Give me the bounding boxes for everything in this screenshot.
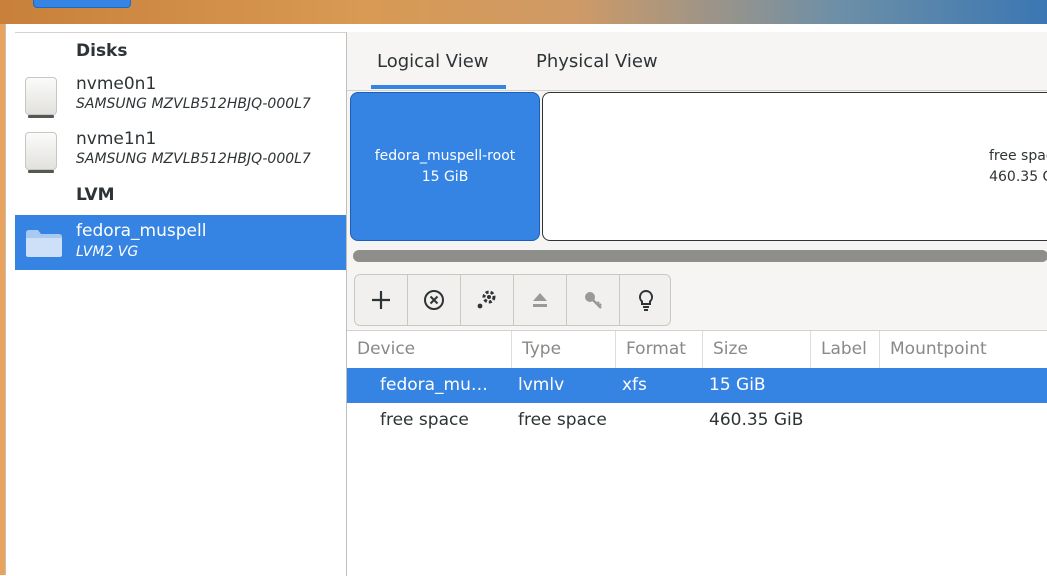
cell-device: fedora_mu… xyxy=(380,375,488,395)
disk-model: SAMSUNG MZVLB512HBJQ-000L7 xyxy=(76,96,311,112)
sidebar-item-nvme1n1[interactable]: nvme1n1 SAMSUNG MZVLB512HBJQ-000L7 xyxy=(15,128,346,174)
tab-logical-view[interactable]: Logical View xyxy=(377,51,489,72)
view-tabs: Logical View Physical View xyxy=(347,32,1047,91)
column-header-size[interactable]: Size xyxy=(703,331,811,368)
disk-model: SAMSUNG MZVLB512HBJQ-000L7 xyxy=(76,151,311,167)
column-header-label[interactable]: Label xyxy=(811,331,880,368)
cell-mountpoint xyxy=(886,403,1046,438)
cell-format: xfs xyxy=(622,375,647,395)
sidebar-item-fedora-muspell[interactable]: fedora_muspell LVM2 VG xyxy=(15,215,346,270)
active-tab-indicator xyxy=(371,85,506,89)
volume-group-name: fedora_muspell xyxy=(76,221,207,241)
unmount-button[interactable] xyxy=(514,275,567,325)
disks-header: Disks xyxy=(76,41,128,61)
volume-group-type: LVM2 VG xyxy=(76,244,139,260)
desktop-background-strip xyxy=(0,0,1047,24)
partition-block-free-space[interactable]: free spac 460.35 G xyxy=(542,92,1047,241)
remove-button[interactable] xyxy=(408,275,461,325)
eject-icon xyxy=(533,293,547,307)
cell-label xyxy=(817,368,877,403)
configure-icon xyxy=(477,290,496,309)
lvm-header: LVM xyxy=(76,185,115,205)
device-toolbar xyxy=(354,274,671,326)
hard-disk-icon xyxy=(25,132,57,173)
cell-mountpoint xyxy=(886,368,1046,403)
horizontal-scrollbar[interactable] xyxy=(353,250,1047,262)
free-space-name: free spac xyxy=(989,148,1047,164)
key-icon xyxy=(585,292,602,309)
column-header-type[interactable]: Type xyxy=(512,331,616,368)
cell-size: 460.35 GiB xyxy=(709,410,804,430)
devices-table: Device Type Format Size Label Mountpoint… xyxy=(347,330,1047,576)
column-header-format[interactable]: Format xyxy=(616,331,703,368)
cell-size: 15 GiB xyxy=(709,375,766,395)
cell-device: free space xyxy=(380,410,469,430)
cell-label xyxy=(817,403,877,438)
cell-type: free space xyxy=(518,410,607,430)
main-panel: Logical View Physical View fedora_muspel… xyxy=(347,32,1047,576)
lightbulb-icon xyxy=(638,289,654,311)
top-button-partial[interactable] xyxy=(33,0,131,8)
info-button[interactable] xyxy=(620,275,670,325)
table-row[interactable]: free space free space 460.35 GiB xyxy=(347,403,1047,438)
blivet-gui-window: Disks nvme0n1 SAMSUNG MZVLB512HBJQ-000L7… xyxy=(5,24,1047,576)
free-space-size: 460.35 G xyxy=(989,169,1047,185)
partition-root-name: fedora_muspell-root xyxy=(374,148,516,164)
disk-name: nvme1n1 xyxy=(76,129,157,149)
tab-physical-view[interactable]: Physical View xyxy=(536,51,658,72)
hard-disk-icon xyxy=(25,77,57,118)
partition-root-size: 15 GiB xyxy=(421,169,469,185)
partition-root-label: fedora_muspell-root 15 GiB xyxy=(351,146,539,188)
devices-sidebar: Disks nvme0n1 SAMSUNG MZVLB512HBJQ-000L7… xyxy=(15,32,347,576)
cell-type: lvmlv xyxy=(518,375,565,395)
decrypt-button[interactable] xyxy=(567,275,620,325)
free-space-label: free spac 460.35 G xyxy=(989,146,1047,188)
cell-format xyxy=(622,403,702,438)
disk-name: nvme0n1 xyxy=(76,74,157,94)
partition-block-root[interactable]: fedora_muspell-root 15 GiB xyxy=(350,92,540,241)
column-header-mountpoint[interactable]: Mountpoint xyxy=(880,331,1047,368)
add-button[interactable] xyxy=(355,275,408,325)
remove-icon xyxy=(424,290,444,310)
sidebar-item-nvme0n1[interactable]: nvme0n1 SAMSUNG MZVLB512HBJQ-000L7 xyxy=(15,73,346,119)
table-header: Device Type Format Size Label Mountpoint xyxy=(347,331,1047,369)
configure-button[interactable] xyxy=(461,275,514,325)
column-header-device[interactable]: Device xyxy=(347,331,512,368)
add-icon xyxy=(372,291,390,309)
folder-icon xyxy=(26,230,62,257)
partition-map: fedora_muspell-root 15 GiB free spac 460… xyxy=(347,91,1047,243)
table-row[interactable]: fedora_mu… lvmlv xfs 15 GiB xyxy=(347,368,1047,403)
